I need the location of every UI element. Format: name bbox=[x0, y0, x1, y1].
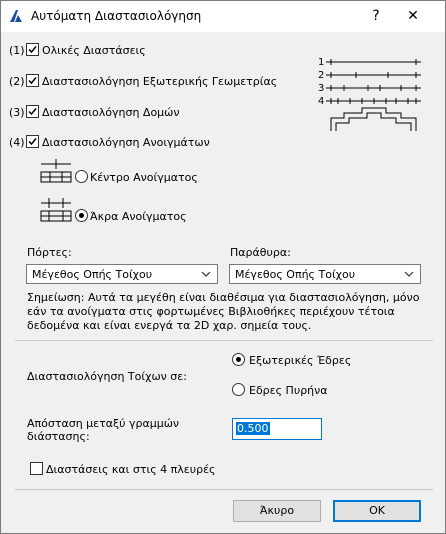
option-number-4: (4) bbox=[9, 136, 25, 149]
windows-select-value: Μέγεθος Οπής Τοίχου bbox=[235, 268, 356, 281]
four-sides-checkbox[interactable] bbox=[30, 462, 43, 475]
structures-checkbox[interactable] bbox=[26, 105, 39, 118]
option-number-1: (1) bbox=[9, 44, 25, 57]
close-button[interactable]: ✕ bbox=[401, 5, 425, 27]
windows-label: Παράθυρα: bbox=[230, 246, 291, 259]
archicad-icon bbox=[10, 10, 22, 22]
outer-faces-radio[interactable] bbox=[232, 353, 245, 366]
structures-label: Διαστασιολόγηση Δομών bbox=[42, 106, 180, 119]
cancel-button[interactable]: Άκυρο bbox=[233, 500, 321, 522]
chevron-down-icon bbox=[201, 271, 211, 277]
distance-label-line2: διάστασης: bbox=[27, 430, 90, 443]
four-sides-label: Διαστάσεις και στις 4 πλευρές bbox=[46, 463, 216, 476]
openings-checkbox[interactable] bbox=[26, 135, 39, 148]
openings-label: Διαστασιολόγηση Ανοιγμάτων bbox=[42, 136, 210, 149]
distance-input[interactable]: 0.500 bbox=[232, 418, 322, 440]
exterior-geometry-label: Διαστασιολόγηση Εξωτερικής Γεωμετρίας bbox=[42, 75, 278, 88]
windows-select[interactable]: Μέγεθος Οπής Τοίχου bbox=[229, 264, 421, 284]
diagram-label-1: 1 bbox=[318, 57, 324, 68]
doors-select-value: Μέγεθος Οπής Τοίχου bbox=[32, 268, 153, 281]
radio-dot-icon bbox=[236, 357, 241, 362]
dialog-window: Αυτόματη Διαστασιολόγηση ? ✕ (1) Ολικές … bbox=[0, 0, 446, 534]
opening-edges-icon bbox=[40, 198, 72, 222]
opening-edges-radio[interactable] bbox=[75, 209, 88, 222]
core-faces-radio[interactable] bbox=[232, 383, 245, 396]
ok-button[interactable]: OK bbox=[333, 500, 421, 522]
total-dimensions-label: Ολικές Διαστάσεις bbox=[42, 44, 146, 57]
title-bar: Αυτόματη Διαστασιολόγηση ? ✕ bbox=[1, 1, 445, 32]
diagram-label-2: 2 bbox=[318, 70, 324, 81]
checkmark-icon bbox=[28, 46, 37, 54]
separator bbox=[15, 489, 433, 490]
checkmark-icon bbox=[28, 77, 37, 85]
outer-faces-label: Εξωτερικές Έδρες bbox=[249, 354, 352, 367]
doors-label: Πόρτες: bbox=[27, 246, 72, 259]
diagram-label-4: 4 bbox=[318, 96, 324, 107]
checkmark-icon bbox=[28, 108, 37, 116]
exterior-geometry-checkbox[interactable] bbox=[26, 74, 39, 87]
distance-input-value: 0.500 bbox=[236, 422, 270, 435]
opening-center-label: Κέντρο Ανοίγματος bbox=[90, 171, 198, 184]
core-faces-label: Εδρες Πυρήνα bbox=[249, 384, 328, 397]
window-title: Αυτόματη Διαστασιολόγηση bbox=[31, 9, 202, 23]
separator bbox=[15, 340, 433, 341]
option-number-3: (3) bbox=[9, 106, 25, 119]
opening-center-icon bbox=[40, 159, 72, 183]
availability-note: Σημείωση: Αυτά τα μεγέθη είναι διαθέσιμα… bbox=[27, 291, 420, 332]
total-dimensions-checkbox[interactable] bbox=[26, 43, 39, 56]
distance-label-line1: Απόσταση μεταξύ γραμμών bbox=[27, 417, 180, 430]
option-number-2: (2) bbox=[9, 75, 25, 88]
checkmark-icon bbox=[28, 138, 37, 146]
diagram-label-3: 3 bbox=[318, 83, 324, 94]
chevron-down-icon bbox=[404, 271, 414, 277]
wall-dimensioning-label: Διαστασιολόγηση Τοίχων σε: bbox=[27, 370, 187, 383]
help-button[interactable]: ? bbox=[365, 5, 387, 27]
radio-dot-icon bbox=[79, 213, 84, 218]
opening-edges-label: Άκρα Ανοίγματος bbox=[90, 210, 187, 223]
dimension-levels-diagram: 1 2 3 4 bbox=[318, 57, 421, 131]
doors-select[interactable]: Μέγεθος Οπής Τοίχου bbox=[26, 264, 218, 284]
opening-center-radio[interactable] bbox=[75, 170, 88, 183]
